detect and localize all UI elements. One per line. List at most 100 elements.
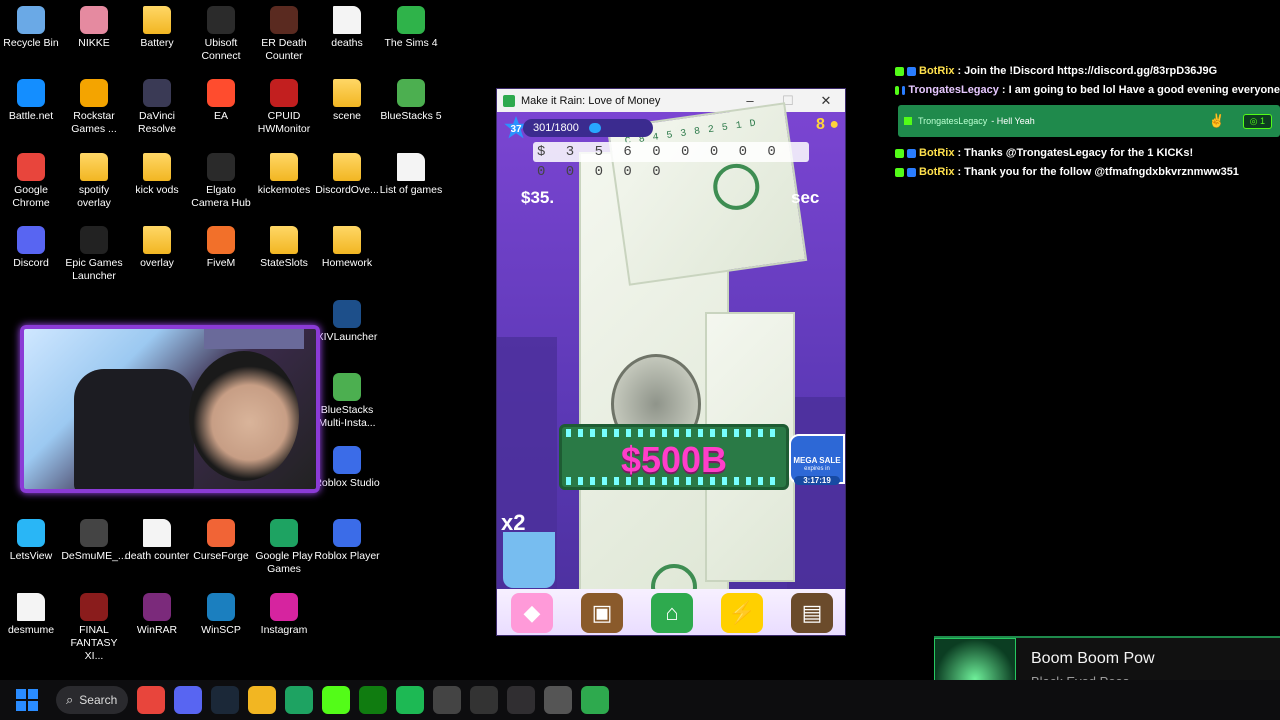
desktop-icon[interactable]: Battery (124, 6, 190, 50)
desktop-icon[interactable]: NIKKE (61, 6, 127, 50)
desktop-icon[interactable]: Discord (0, 226, 64, 270)
xbox-game-bar-icon[interactable] (285, 686, 313, 714)
desktop-icon[interactable]: Google Chrome (0, 153, 64, 210)
desktop-icon[interactable]: CPUID HWMonitor (251, 79, 317, 136)
desktop-icon-label: FINAL FANTASY XI... (70, 624, 118, 662)
game-window[interactable]: Make it Rain: Love of Money – ☐ ✕ C 8 4 … (496, 88, 846, 636)
money-cup[interactable] (503, 532, 555, 588)
desktop-icon[interactable]: EA (188, 79, 254, 123)
desktop-icon[interactable]: kickemotes (251, 153, 317, 197)
desktop-icon[interactable]: BlueStacks 5 (378, 79, 444, 123)
settings-icon[interactable] (544, 686, 572, 714)
folder-icon (333, 153, 361, 181)
desktop-icon[interactable]: Instagram (251, 593, 317, 637)
kick-count-value: 1 (1259, 115, 1265, 126)
desktop-icon[interactable]: Roblox Studio (314, 446, 380, 490)
desktop-icon[interactable]: spotify overlay (61, 153, 127, 210)
desktop-icon[interactable]: DiscordOve... (314, 153, 380, 197)
desktop-icon[interactable]: Google Play Games (251, 519, 317, 576)
chrome-icon[interactable] (137, 686, 165, 714)
game-canvas[interactable]: C 8 4 5 3 8 2 5 1 D 37 301/1800 8 ● $ 3 … (497, 102, 845, 635)
income-rate: $35. (521, 188, 555, 207)
chat-username: TrongatesLegacy (908, 84, 999, 96)
desktop-icon[interactable]: Battle.net (0, 79, 64, 123)
steam-icon[interactable] (211, 686, 239, 714)
desktop-icon[interactable]: Recycle Bin (0, 6, 64, 50)
desktop-icon-label: CurseForge (193, 550, 249, 562)
desktop-icon[interactable]: FiveM (188, 226, 254, 270)
desktop-icon[interactable]: List of games (378, 153, 444, 197)
desktop-icon-label: scene (332, 110, 362, 122)
spotify-icon[interactable] (396, 686, 424, 714)
desktop-icon-label: Elgato Camera Hub (191, 184, 251, 209)
desktop-icon[interactable]: Epic Games Launcher (61, 226, 127, 283)
taskbar-search[interactable]: ⌕ Search (56, 686, 128, 714)
desktop-icon-label: The Sims 4 (384, 37, 438, 49)
desktop-icon[interactable]: Rockstar Games ... (61, 79, 127, 136)
desktop-icon[interactable]: deaths (314, 6, 380, 50)
lightning-icon[interactable]: ⚡ (721, 593, 763, 633)
desktop-icon[interactable]: desmume (0, 593, 64, 637)
kick-badge-icon (895, 86, 899, 95)
desktop-icon[interactable]: BlueStacks Multi-Insta... (314, 373, 380, 430)
desktop-icon-label: NIKKE (78, 37, 110, 49)
game-titlebar[interactable]: Make it Rain: Love of Money – ☐ ✕ (497, 89, 845, 112)
desktop-icon-label: StateSlots (260, 257, 308, 269)
desktop-icon[interactable]: Roblox Player (314, 519, 380, 563)
battlenet-icon (17, 79, 45, 107)
briefcase-icon[interactable]: ▣ (581, 593, 623, 633)
roblox-studio-icon (333, 446, 361, 474)
desktop-icon[interactable]: Ubisoft Connect (188, 6, 254, 63)
desktop-icon[interactable]: CurseForge (188, 519, 254, 563)
xbox-icon[interactable] (359, 686, 387, 714)
desktop: Recycle Bin NIKKE Battery Ubisoft Connect ER… (0, 0, 1280, 720)
chat-message: BotRix : Join the !Discord https://disco… (895, 62, 1280, 81)
desktop-icon-label: kickemotes (257, 184, 311, 196)
desktop-icon-label: Roblox Player (314, 550, 380, 562)
desktop-icon[interactable]: death counter (124, 519, 190, 563)
desktop-icon-label: Homework (321, 257, 373, 269)
desktop-icon-label: FiveM (206, 257, 236, 269)
mega-sale-badge[interactable]: MEGA SALE expires in 3:17:19 (789, 434, 845, 485)
desktop-icon[interactable]: scene (314, 79, 380, 123)
vault-icon[interactable]: ▤ (791, 593, 833, 633)
desktop-icon[interactable]: kick vods (124, 153, 190, 197)
marquee-sign[interactable]: $500B (559, 424, 789, 490)
rockstar-icon (80, 79, 108, 107)
subscriber-badge-icon (901, 86, 906, 95)
curseforge-icon (207, 519, 235, 547)
desktop-icon[interactable]: Elgato Camera Hub (188, 153, 254, 210)
gem-icon[interactable]: ◆ (511, 593, 553, 633)
stream-deck-icon[interactable] (470, 686, 498, 714)
desktop-icon[interactable]: overlay (124, 226, 190, 270)
discord-icon[interactable] (174, 686, 202, 714)
desktop-icon[interactable]: LetsView (0, 519, 64, 563)
mega-sale-label: MEGA SALE (793, 456, 841, 465)
desktop-icon-label: desmume (7, 624, 55, 636)
desktop-icon[interactable]: DeSmuME_... (61, 519, 127, 563)
file-explorer-icon[interactable] (248, 686, 276, 714)
coin-count[interactable]: 8 ● (816, 116, 839, 134)
kick-icon[interactable] (322, 686, 350, 714)
desktop-icon[interactable]: The Sims 4 (378, 6, 444, 50)
chat-message: TrongatesLegacy : I am going to bed lol … (895, 81, 1280, 100)
desktop-icon[interactable]: Homework (314, 226, 380, 270)
start-button[interactable] (16, 689, 38, 711)
close-icon[interactable]: ✕ (807, 93, 845, 109)
window-title: Make it Rain: Love of Money (521, 94, 661, 107)
obs-icon[interactable] (507, 686, 535, 714)
desktop-icon-label: Instagram (260, 624, 308, 636)
kick-badge-icon (895, 149, 904, 158)
desktop-icon[interactable]: DaVinci Resolve (124, 79, 190, 136)
desktop-icon[interactable]: StateSlots (251, 226, 317, 270)
desktop-icon[interactable]: XIVLauncher (314, 300, 380, 344)
bank-icon[interactable]: ⌂ (651, 593, 693, 633)
desktop-icon-label: Google Play Games (255, 550, 313, 575)
make-it-rain-icon[interactable] (581, 686, 609, 714)
desktop-icon[interactable]: ER Death Counter (251, 6, 317, 63)
chat-text: : Thanks @TrongatesLegacy for the 1 KICK… (957, 147, 1194, 159)
elgato-icon[interactable] (433, 686, 461, 714)
desktop-icon[interactable]: WinRAR (124, 593, 190, 637)
desktop-icon[interactable]: FINAL FANTASY XI... (61, 593, 127, 663)
desktop-icon[interactable]: WinSCP (188, 593, 254, 637)
